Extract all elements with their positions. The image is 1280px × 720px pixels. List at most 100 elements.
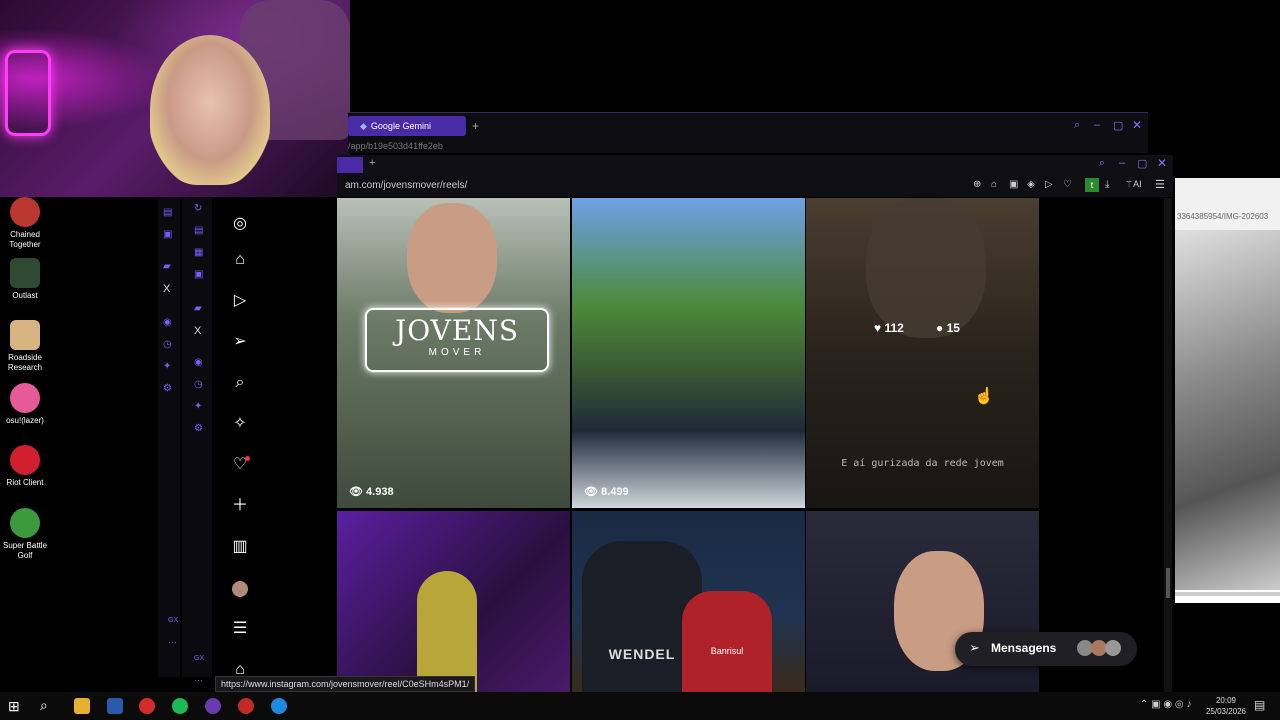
refresh-icon[interactable]: ↻ (194, 203, 202, 214)
reel-tile[interactable]: 👁︎ 8.499 (572, 198, 805, 508)
search-icon[interactable]: ⌕ (229, 372, 251, 394)
desktop-icon-riot-client[interactable]: Riot Client (0, 445, 50, 488)
play-icon[interactable]: ▷ (1045, 179, 1053, 190)
back-address-bar[interactable]: /app/b19e503d41ffe2eb (348, 141, 443, 151)
profile-avatar[interactable] (232, 581, 248, 597)
search-icon[interactable]: ⌕ (40, 697, 48, 714)
tab-label: Google Gemini (370, 121, 431, 131)
settings-icon[interactable]: ⚙ (194, 423, 203, 434)
logo-subtitle: MOVER (428, 347, 486, 358)
search-icon[interactable]: ⌕ (1099, 157, 1105, 170)
views-value: 8.499 (601, 486, 629, 498)
app-icon[interactable] (107, 698, 123, 714)
front-toolbar: am.com/jovensmover/reels/ ⊕ ⌂ ▣ ◈ ▷ ♡ t … (337, 175, 1173, 197)
back-browser-window: ◆ Google Gemini + /app/b19e503d41ffe2eb ⌕… (348, 112, 1148, 153)
viewer-scrollbar[interactable] (1175, 592, 1280, 596)
windows-start-icon[interactable]: ⊞ (8, 698, 20, 715)
desktop-icon-roadside-research[interactable]: Roadside Research (0, 320, 50, 373)
shield-icon[interactable]: ◈ (1027, 179, 1035, 190)
streamer-face (150, 35, 270, 185)
twitch-icon[interactable]: ▰ (163, 261, 171, 272)
new-tab-button[interactable]: + (472, 119, 479, 133)
search-icon[interactable]: ⌕ (1074, 119, 1080, 132)
close-icon[interactable]: ✕ (1132, 118, 1142, 132)
reel-tile[interactable] (337, 511, 570, 692)
extensions-icon[interactable]: ✦ (163, 361, 171, 372)
sidebar-icon-3[interactable]: ▤ (194, 225, 203, 236)
snapshot-icon[interactable]: ▣ (1009, 179, 1018, 190)
scrollbar-thumb[interactable] (1166, 568, 1170, 598)
dashboard-icon[interactable]: ▥ (229, 536, 251, 558)
reel-tile[interactable]: JOVENS MOVER 👁︎ 4.938 (337, 198, 570, 508)
edge-icon[interactable] (271, 698, 287, 714)
active-tab[interactable] (337, 157, 363, 173)
ai-button[interactable]: ⚚AI (1125, 179, 1142, 190)
cursor-hand-icon: ☝ (974, 388, 994, 405)
status-url-bar: https://www.instagram.com/jovensmover/re… (215, 676, 476, 692)
spotify-icon[interactable] (172, 698, 188, 714)
new-tab-button[interactable]: + (369, 157, 375, 169)
download-icon[interactable]: ⤓ (1105, 179, 1109, 190)
tab-google-gemini[interactable]: ◆ Google Gemini (348, 116, 466, 136)
minimize-icon[interactable]: – (1119, 157, 1125, 169)
history-icon[interactable]: ◷ (163, 339, 172, 350)
history-icon[interactable]: ◷ (194, 379, 203, 390)
sidebar-icon-2[interactable]: ▣ (163, 229, 172, 240)
home-icon[interactable]: ⌂ (229, 249, 251, 271)
x-icon[interactable]: X (194, 325, 201, 337)
explore-icon[interactable]: ✧ (229, 413, 251, 435)
gx-label: GX (194, 655, 205, 662)
desktop-icon-osu[interactable]: osu!(lazer) (0, 383, 50, 426)
sidebar-icon-1[interactable]: ▤ (163, 207, 172, 218)
heart-icon[interactable]: ♡ (1063, 179, 1072, 190)
clock[interactable]: 20:09 25/03/2026 (1200, 695, 1252, 717)
desktop-icon-super-battle-golf[interactable]: Super Battle Golf (0, 508, 50, 561)
x-icon[interactable]: X (163, 283, 170, 295)
twitch-icon[interactable]: ▰ (194, 303, 202, 314)
heart-icon: ♥ (874, 321, 885, 335)
roadside-research-icon (10, 320, 40, 350)
viewer-address[interactable]: 3364385954/IMG-202603 (1177, 212, 1280, 221)
create-icon[interactable]: ＋ (229, 495, 251, 517)
maximize-icon[interactable]: ▢ (1113, 119, 1123, 132)
reel-tile[interactable]: ♥ 112 ● 15 E aí gurizada da rede jovem ☝ (806, 198, 1039, 508)
maximize-icon[interactable]: ▢ (1137, 157, 1147, 170)
scrollbar[interactable] (1164, 198, 1172, 692)
sidebar-icon-5[interactable]: ▣ (194, 269, 203, 280)
close-icon[interactable]: ✕ (1157, 156, 1167, 170)
desktop-icon-chained-together[interactable]: Chained Together (0, 197, 50, 250)
reels-icon[interactable]: ▷ (229, 290, 251, 312)
opera-gx-icon[interactable] (139, 698, 155, 714)
player-icon[interactable]: ◉ (163, 317, 172, 328)
bookmark-icon[interactable]: ⌂ (991, 179, 997, 190)
messages-button[interactable]: ➢ Mensagens (955, 632, 1137, 666)
player-icon[interactable]: ◉ (194, 357, 203, 368)
webcam-overlay (0, 0, 350, 197)
viewer-image (1175, 230, 1280, 590)
person-front: Banrisul (682, 591, 772, 692)
reel-tile[interactable]: WENDEL Banrisul (572, 511, 805, 692)
more-icon[interactable]: ⋯ (194, 675, 203, 686)
menu-icon[interactable]: ☰ (229, 618, 251, 640)
zoom-icon[interactable]: ⊕ (973, 179, 981, 190)
notifications-icon[interactable]: ▤ (1254, 698, 1265, 712)
send-icon[interactable]: ➢ (229, 331, 251, 353)
instagram-logo-icon[interactable]: ◎ (229, 213, 251, 235)
minimize-icon[interactable]: – (1094, 119, 1100, 131)
more-icon[interactable]: ⋯ (168, 637, 177, 648)
file-explorer-icon[interactable] (74, 698, 90, 714)
sidebar-icon-4[interactable]: ▦ (194, 247, 203, 258)
app-icon[interactable] (238, 698, 254, 714)
settings-icon[interactable]: ⚙ (163, 383, 172, 394)
extension-icon[interactable]: t (1085, 178, 1099, 192)
desktop-icon-label: osu!(lazer) (6, 416, 44, 425)
person-face (407, 203, 497, 313)
app-icon[interactable] (205, 698, 221, 714)
osu-icon (10, 383, 40, 413)
menu-icon[interactable]: ☰ (1155, 178, 1165, 191)
extensions-icon[interactable]: ✦ (194, 401, 202, 412)
address-bar[interactable]: am.com/jovensmover/reels/ (345, 180, 467, 191)
tray-icons[interactable]: ⌃ ▣ ◉ ◎ ♪ (1140, 699, 1191, 710)
desktop-icon-outlast[interactable]: Outlast (0, 258, 50, 301)
gx-label: GX (168, 617, 179, 624)
